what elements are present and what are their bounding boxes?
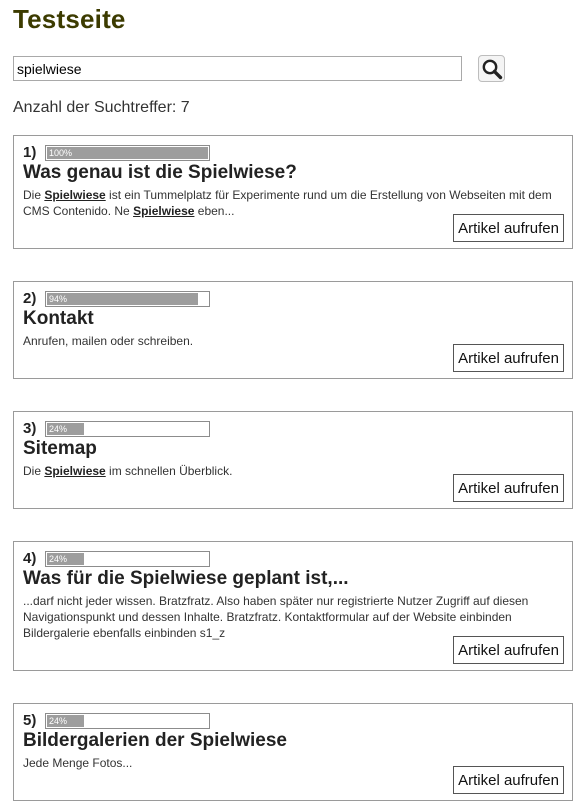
- result-title[interactable]: Bildergalerien der Spielwiese: [23, 730, 287, 752]
- search-result: 1) 100% Was genau ist die Spielwiese? Di…: [13, 135, 573, 249]
- search-input[interactable]: [13, 56, 462, 81]
- result-title[interactable]: Was genau ist die Spielwiese?: [23, 162, 297, 184]
- result-rank: 3): [23, 420, 37, 437]
- search-button[interactable]: [478, 55, 505, 82]
- relevance-bar: 24%: [45, 421, 210, 437]
- page-title: Testseite: [13, 4, 126, 34]
- relevance-label: 24%: [49, 424, 68, 434]
- relevance-label: 100%: [49, 148, 73, 158]
- relevance-bar-fill: [47, 293, 199, 305]
- result-title[interactable]: Was für die Spielwiese geplant ist,...: [23, 568, 349, 590]
- search-result: 2) 94% Kontakt Anrufen, mailen oder schr…: [13, 281, 573, 379]
- search-icon: [482, 59, 502, 80]
- snippet-text: Jede Menge Fotos...: [23, 756, 133, 770]
- relevance-label: 94%: [49, 294, 68, 304]
- relevance-bar: 24%: [45, 551, 210, 567]
- snippet-highlight: Spielwiese: [133, 204, 195, 218]
- search-result: 5) 24% Bildergalerien der Spielwiese Jed…: [13, 703, 573, 801]
- relevance-bar: 94%: [45, 291, 210, 307]
- snippet-text: Die: [23, 188, 45, 202]
- result-title[interactable]: Sitemap: [23, 438, 97, 460]
- snippet-text: ...darf nicht jeder wissen. Bratzfratz. …: [23, 594, 529, 640]
- search-result: 3) 24% Sitemap Die Spielwiese im schnell…: [13, 411, 573, 509]
- snippet-text: eben...: [194, 204, 235, 218]
- result-rank: 1): [23, 144, 37, 161]
- relevance-bar: 24%: [45, 713, 210, 729]
- relevance-bar: 100%: [45, 145, 210, 161]
- open-article-button[interactable]: Artikel aufrufen: [453, 344, 564, 372]
- snippet-text: Anrufen, mailen oder schreiben.: [23, 334, 194, 348]
- open-article-button[interactable]: Artikel aufrufen: [453, 214, 564, 242]
- result-snippet: ...darf nicht jeder wissen. Bratzfratz. …: [23, 593, 563, 641]
- search-result: 4) 24% Was für die Spielwiese geplant is…: [13, 541, 573, 671]
- result-count: Anzahl der Suchtreffer: 7: [13, 99, 190, 116]
- snippet-text: Die: [23, 464, 45, 478]
- relevance-label: 24%: [49, 554, 68, 564]
- open-article-button[interactable]: Artikel aufrufen: [453, 636, 564, 664]
- result-rank: 5): [23, 712, 37, 729]
- open-article-button[interactable]: Artikel aufrufen: [453, 474, 564, 502]
- snippet-highlight: Spielwiese: [44, 464, 106, 478]
- snippet-highlight: Spielwiese: [44, 188, 106, 202]
- open-article-button[interactable]: Artikel aufrufen: [453, 766, 564, 794]
- snippet-text: im schnellen Überblick.: [105, 464, 233, 478]
- relevance-label: 24%: [49, 716, 68, 726]
- result-title[interactable]: Kontakt: [23, 308, 94, 330]
- result-rank: 2): [23, 290, 37, 307]
- result-rank: 4): [23, 550, 37, 567]
